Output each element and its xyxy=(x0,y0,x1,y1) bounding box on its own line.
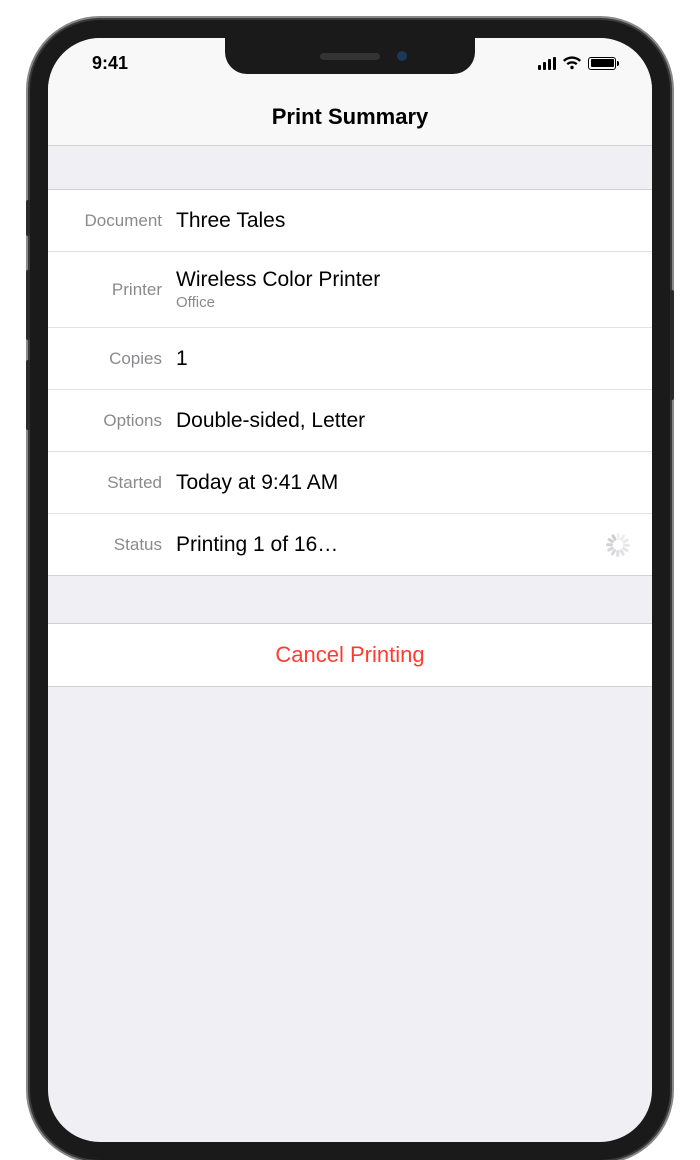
section-spacer xyxy=(48,146,652,190)
label-started: Started xyxy=(48,473,176,493)
section-spacer xyxy=(48,576,652,624)
label-printer: Printer xyxy=(48,280,176,300)
row-options: Options Double-sided, Letter xyxy=(48,390,652,452)
front-camera xyxy=(397,51,407,61)
status-indicators xyxy=(538,56,621,70)
mute-switch xyxy=(26,200,30,236)
value-status: Printing 1 of 16… xyxy=(176,533,606,557)
wifi-icon xyxy=(562,56,582,70)
label-copies: Copies xyxy=(48,349,176,369)
phone-screen: 9:41 Print Summary Document Three Tales xyxy=(48,38,652,1142)
label-options: Options xyxy=(48,411,176,431)
value-options: Double-sided, Letter xyxy=(176,409,634,433)
nav-header: Print Summary xyxy=(48,88,652,146)
side-button xyxy=(670,290,674,400)
cellular-signal-icon xyxy=(538,57,557,70)
value-document: Three Tales xyxy=(176,209,634,233)
volume-up-button xyxy=(26,270,30,340)
row-status: Status Printing 1 of 16… xyxy=(48,514,652,576)
value-started: Today at 9:41 AM xyxy=(176,471,634,495)
row-started: Started Today at 9:41 AM xyxy=(48,452,652,514)
cancel-printing-button[interactable]: Cancel Printing xyxy=(48,624,652,687)
cancel-label: Cancel Printing xyxy=(275,642,424,667)
battery-icon xyxy=(588,57,616,70)
row-copies: Copies 1 xyxy=(48,328,652,390)
value-printer: Wireless Color Printer Office xyxy=(176,268,634,311)
printer-location: Office xyxy=(176,294,634,311)
page-title: Print Summary xyxy=(272,104,429,130)
label-document: Document xyxy=(48,211,176,231)
speaker-grille xyxy=(320,53,380,60)
notch xyxy=(225,38,475,74)
label-status: Status xyxy=(48,535,176,555)
phone-frame: 9:41 Print Summary Document Three Tales xyxy=(30,20,670,1160)
printer-name: Wireless Color Printer xyxy=(176,268,380,291)
row-document: Document Three Tales xyxy=(48,190,652,252)
volume-down-button xyxy=(26,360,30,430)
status-time: 9:41 xyxy=(80,53,128,74)
value-copies: 1 xyxy=(176,347,634,371)
summary-list: Document Three Tales Printer Wireless Co… xyxy=(48,190,652,576)
spinner-icon xyxy=(606,533,630,557)
row-printer: Printer Wireless Color Printer Office xyxy=(48,252,652,328)
